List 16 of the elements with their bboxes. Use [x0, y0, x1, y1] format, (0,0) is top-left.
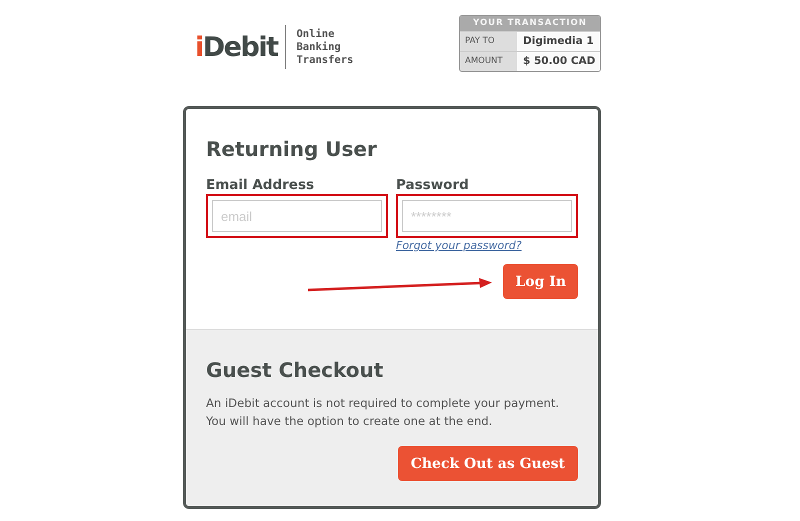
guest-checkout-button[interactable]: Check Out as Guest — [398, 446, 578, 481]
field-label: Email Address — [206, 177, 316, 193]
guest-info-text: An iDebit account is not required to complete your payment. You will have the option to create one at the end. — [206, 395, 560, 430]
transaction-value: $ 50.00 CAD — [517, 52, 600, 71]
logo-tagline: Online Banking Transfers — [296, 28, 354, 66]
forgot-password-link[interactable]: Forgot your password? — [396, 239, 578, 252]
transaction-value: Digimedia 1 — [517, 32, 600, 51]
logo: iDebit — [195, 32, 278, 62]
field-label: Password — [396, 177, 470, 193]
transaction-label: PAY TO — [464, 35, 496, 48]
section-title: Returning User — [206, 137, 378, 161]
input-field[interactable]: ******** — [402, 200, 572, 232]
section-title: Guest Checkout — [206, 358, 384, 382]
log-in-button[interactable]: Log In — [503, 264, 578, 299]
transaction-title: YOUR TRANSACTION — [460, 16, 600, 31]
transaction-label: AMOUNT — [464, 55, 504, 68]
